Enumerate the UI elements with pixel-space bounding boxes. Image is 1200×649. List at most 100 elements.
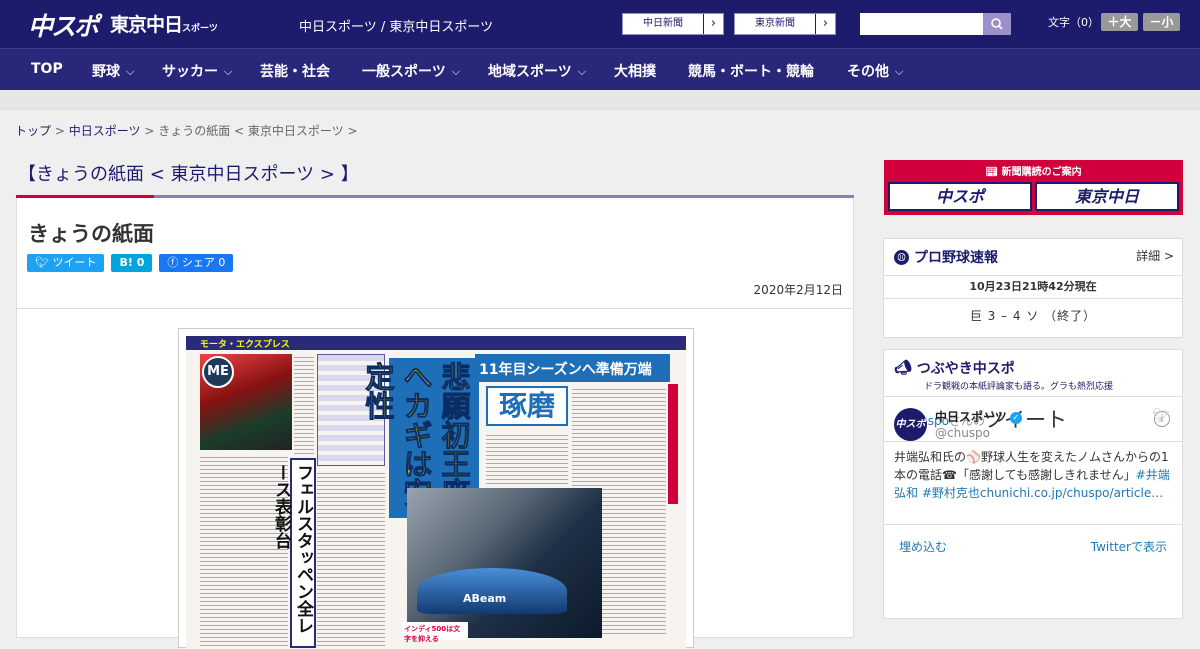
newspaper-top-bar: モータ・エクスプレス: [186, 336, 686, 350]
nav-entertainment[interactable]: 芸能・社会: [260, 61, 330, 81]
chunichi-shimbun-label: 中日新聞: [643, 18, 683, 29]
breadcrumb-current: きょうの紙面 < 東京中日スポーツ >: [158, 124, 358, 138]
photo-caption: インディ500は文字を抑える: [402, 622, 468, 643]
font-smaller-button[interactable]: －小: [1143, 13, 1180, 31]
tweets-header: @chuspoさんの ツイート i: [884, 396, 1182, 442]
nav-label: 競馬・ボート・競輪: [688, 64, 814, 80]
header-band: [0, 90, 1200, 110]
tokyo-logo-text: 東京中日: [110, 14, 183, 36]
nav-label: 一般スポーツ: [362, 64, 446, 80]
nav-sumo[interactable]: 大相撲: [614, 61, 656, 81]
baseball-timestamp: 10月23日21時42分現在: [884, 275, 1182, 299]
nav-label: 地域スポーツ: [488, 64, 572, 80]
twitter-card-header: 📣︎ つぶやき中スポ: [894, 358, 1015, 378]
nav-general-sports[interactable]: 一般スポーツ ⌵: [362, 61, 460, 81]
tokyo-shimbun-link[interactable]: 東京新聞 ›: [734, 13, 836, 35]
nav-label: 芸能・社会: [260, 64, 330, 80]
baseball-score[interactable]: 巨 3 – 4 ソ （終了）: [884, 307, 1182, 324]
race-car: ABeam: [417, 568, 567, 614]
search-icon: [991, 18, 1003, 30]
nav-label: 野球: [92, 64, 120, 80]
verified-icon: ✓: [1009, 411, 1022, 424]
chevron-down-icon: ⌵: [224, 65, 233, 78]
divider: [17, 308, 853, 309]
twitter-bird-icon[interactable]: 🐦︎: [1152, 408, 1170, 424]
search-button[interactable]: [983, 13, 1011, 35]
view-on-twitter-link[interactable]: Twitterで表示: [1091, 538, 1167, 555]
megaphone-icon: 📣︎: [894, 360, 912, 376]
nav-label: TOP: [31, 61, 63, 77]
tweet-user-handle[interactable]: @chuspo: [935, 426, 990, 440]
chevron-right-icon: ›: [703, 14, 723, 34]
subscription-title-text: 新聞購読のご案内: [1001, 167, 1082, 178]
nav-racing[interactable]: 競馬・ボート・競輪: [688, 61, 814, 81]
main-nav: TOP 野球 ⌵ サッカー ⌵ 芸能・社会 一般スポーツ ⌵ 地域スポーツ ⌵ 大相撲 …: [0, 48, 1200, 90]
search-input[interactable]: [860, 13, 983, 35]
tweets-footer: 埋め込む Twitterで表示: [884, 524, 1182, 566]
page-title: 【きょうの紙面 < 東京中日スポーツ > 】: [18, 164, 359, 185]
headline-name: 琢磨: [486, 386, 568, 426]
chevron-down-icon: ⌵: [451, 65, 461, 78]
nav-top[interactable]: TOP: [31, 61, 63, 77]
chuspo-logo[interactable]: 中スポ: [24, 7, 101, 41]
car-photo: ABeam: [407, 488, 602, 638]
headline-top: 11年目シーズンへ準備万端: [475, 354, 670, 382]
nav-baseball[interactable]: 野球 ⌵: [92, 61, 134, 81]
baseball-icon: ⚾︎: [894, 249, 909, 265]
breadcrumb-top[interactable]: トップ: [15, 124, 51, 138]
nav-soccer[interactable]: サッカー ⌵: [162, 61, 232, 81]
breadcrumb: トップ > 中日スポーツ > きょうの紙面 < 東京中日スポーツ >: [15, 122, 358, 139]
twitter-bird-icon: 🐦︎: [35, 256, 53, 269]
search-box: [860, 13, 1011, 35]
nav-label: 大相撲: [614, 64, 656, 80]
nav-others[interactable]: その他 ⌵: [847, 61, 903, 81]
newspaper-page: モータ・エクスプレス ME フェルスタッペン全レース表彰台 悲願初王座へカギは安…: [186, 336, 686, 649]
font-size-label: 文字（0）: [1048, 16, 1099, 29]
facebook-icon: ⓕ: [167, 256, 182, 269]
breadcrumb-chunichi[interactable]: 中日スポーツ: [69, 124, 141, 138]
tweet-button-label: ツイート: [52, 256, 97, 269]
subscribe-tokyo-button[interactable]: 東京中日: [1035, 182, 1179, 211]
avatar[interactable]: 中スポ: [894, 408, 927, 441]
newspaper-image[interactable]: モータ・エクスプレス ME フェルスタッペン全レース表彰台 悲願初王座へカギは安…: [178, 328, 694, 649]
font-bigger-button[interactable]: ＋大: [1101, 13, 1138, 31]
nav-label: その他: [847, 64, 889, 80]
chevron-down-icon: ⌵: [577, 65, 587, 78]
tweet-button[interactable]: 🐦︎ ツイート: [27, 254, 105, 272]
nav-label: サッカー: [162, 64, 218, 80]
subscribe-chuspo-button[interactable]: 中スポ: [888, 182, 1032, 211]
vertical-caption: フェルスタッペン全レース表彰台: [271, 458, 316, 648]
baseball-card-title: プロ野球速報: [914, 250, 998, 266]
article-box: きょうの紙面 🐦︎ ツイート B! 0 ⓕ シェア 0 2020年2月12日 モ…: [16, 198, 854, 649]
twitter-card-title: つぶやき中スポ: [916, 361, 1015, 377]
baseball-score-card: ⚾︎ プロ野球速報 詳細 > 10月23日21時42分現在 巨 3 – 4 ソ （…: [883, 238, 1183, 338]
subscription-title: 📰︎ 新聞購読のご案内: [884, 163, 1183, 178]
tokyo-chunichi-logo[interactable]: 東京中日スポーツ: [110, 10, 218, 37]
twitter-card-subtitle: ドラ観戦の本紙評論家も語る。グラも熱烈応援: [924, 382, 1114, 392]
chunichi-shimbun-link[interactable]: 中日新聞 ›: [622, 13, 724, 35]
article-date: 2020年2月12日: [753, 283, 843, 297]
newspaper-section: モータ・エクスプレス: [200, 340, 290, 350]
user-name-text: 中日スポーツ: [935, 410, 1007, 424]
breadcrumb-sep: >: [54, 124, 65, 138]
hatena-button[interactable]: B! 0: [111, 254, 153, 272]
baseball-detail-link[interactable]: 詳細 >: [1136, 247, 1174, 264]
twitter-card: 📣︎つぶやき中スポ ドラ観戦の本紙評論家も語る。グラも熱烈応援 @chuspoさ…: [883, 349, 1183, 619]
me-badge: ME: [202, 356, 234, 388]
breadcrumb-sep: >: [144, 124, 155, 138]
share-buttons: 🐦︎ ツイート B! 0 ⓕ シェア 0: [27, 254, 234, 272]
car-sponsor: ABeam: [463, 592, 507, 605]
subscription-banner[interactable]: 📰︎ 新聞購読のご案内 中スポ 東京中日: [884, 160, 1183, 215]
facebook-share-button[interactable]: ⓕ シェア 0: [159, 254, 234, 272]
text-column: [486, 432, 568, 484]
chevron-down-icon: ⌵: [126, 65, 135, 78]
nav-local-sports[interactable]: 地域スポーツ ⌵: [488, 61, 586, 81]
article-heading: きょうの紙面: [28, 222, 154, 246]
red-label: [668, 384, 678, 504]
newspaper-icon: 📰︎: [985, 167, 1002, 178]
text-column: [317, 470, 385, 646]
embed-link[interactable]: 埋め込む: [899, 538, 947, 555]
baseball-card-header: ⚾︎ プロ野球速報: [894, 247, 998, 267]
tweet-user-name[interactable]: 中日スポーツ ✓: [935, 408, 1022, 425]
tweet-text: 井端弘和氏の⚾野球人生を変えたノムさんからの1本の電話☎「感謝しても感謝しきれま…: [894, 448, 1176, 502]
